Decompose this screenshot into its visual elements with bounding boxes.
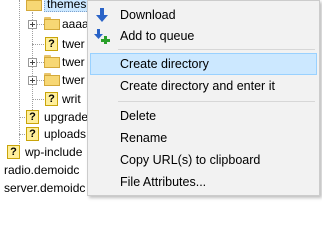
tree-item-themes[interactable]: themes	[0, 0, 100, 14]
menu-item-label: Create directory	[120, 57, 209, 71]
menu-item-label: Create directory and enter it	[120, 79, 275, 93]
tree-item-label: wp-include	[25, 145, 83, 159]
tree-item-uploads[interactable]: ? uploads	[0, 125, 90, 143]
context-menu: Download Add to queue Create directory C…	[87, 0, 320, 196]
tree-item-label: twer	[62, 37, 85, 51]
tree-item-aaaa[interactable]: aaaa	[0, 15, 90, 33]
tree-item-label: aaaa	[62, 17, 89, 31]
folder-icon	[26, 0, 42, 11]
menu-item-label: Add to queue	[120, 29, 195, 43]
add-to-queue-icon	[94, 29, 110, 44]
menu-item-label: File Attributes...	[120, 175, 207, 189]
menu-item-label: Download	[120, 8, 176, 22]
unknown-file-icon: ?	[26, 110, 39, 124]
tree-item-label: radio.demoidc	[4, 163, 80, 177]
download-arrow-icon	[96, 8, 108, 22]
tree-item-wp-include[interactable]: ? wp-include	[0, 143, 90, 161]
tree-item-label: twer	[62, 73, 85, 87]
folder-icon	[44, 17, 60, 30]
tree-item-upgrade[interactable]: ? upgrade	[0, 108, 90, 126]
menu-item-copy-url[interactable]: Copy URL(s) to clipboard	[90, 149, 317, 171]
tree-item-writ[interactable]: ? writ	[0, 90, 90, 108]
menu-item-create-directory-and-enter[interactable]: Create directory and enter it	[90, 75, 317, 97]
unknown-file-icon: ?	[26, 127, 39, 141]
menu-item-delete[interactable]: Delete	[90, 105, 317, 127]
menu-item-file-attributes[interactable]: File Attributes...	[90, 171, 317, 193]
tree-item-label: server.demoidc	[4, 181, 86, 195]
tree-item-twer[interactable]: twer	[0, 53, 90, 71]
menu-item-label: Delete	[120, 109, 157, 123]
menu-item-add-to-queue[interactable]: Add to queue	[90, 25, 317, 47]
menu-item-create-directory[interactable]: Create directory	[90, 53, 317, 75]
tree-item-twer[interactable]: twer	[0, 71, 90, 89]
expand-toggle-icon[interactable]	[28, 58, 37, 67]
unknown-file-icon: ?	[7, 145, 20, 159]
unknown-file-icon: ?	[45, 92, 58, 106]
tree-item-label: upgrade	[44, 110, 89, 124]
menu-separator	[118, 101, 315, 102]
menu-separator	[118, 49, 315, 50]
tree-item-radio[interactable]: radio.demoidc	[0, 161, 90, 179]
menu-item-label: Rename	[120, 131, 168, 145]
tree-item-label: uploads	[44, 127, 87, 141]
tree-item-label: twer	[62, 55, 85, 69]
tree-item-label: writ	[62, 92, 81, 106]
expand-toggle-icon[interactable]	[28, 20, 37, 29]
expand-toggle-icon[interactable]	[28, 76, 37, 85]
tree-item-twer[interactable]: ? twer	[0, 35, 90, 53]
menu-item-rename[interactable]: Rename	[90, 127, 317, 149]
folder-icon	[44, 55, 60, 68]
menu-item-download[interactable]: Download	[90, 4, 317, 26]
menu-item-label: Copy URL(s) to clipboard	[120, 153, 261, 167]
unknown-file-icon: ?	[45, 37, 58, 51]
folder-icon	[44, 73, 60, 86]
tree-item-server[interactable]: server.demoidc	[0, 179, 90, 197]
tree-item-label: themes	[44, 0, 90, 12]
